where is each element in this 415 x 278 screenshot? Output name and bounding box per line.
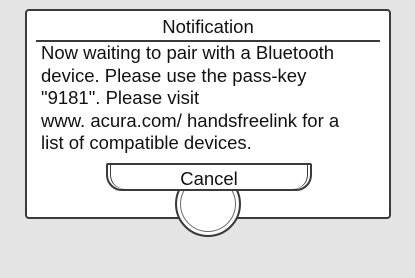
- dialog-message: Now waiting to pair with a Bluetooth dev…: [41, 42, 340, 154]
- cancel-button[interactable]: Cancel: [106, 163, 312, 191]
- notification-dialog: Notification Now waiting to pair with a …: [25, 9, 391, 237]
- dialog-title: Notification: [36, 13, 380, 42]
